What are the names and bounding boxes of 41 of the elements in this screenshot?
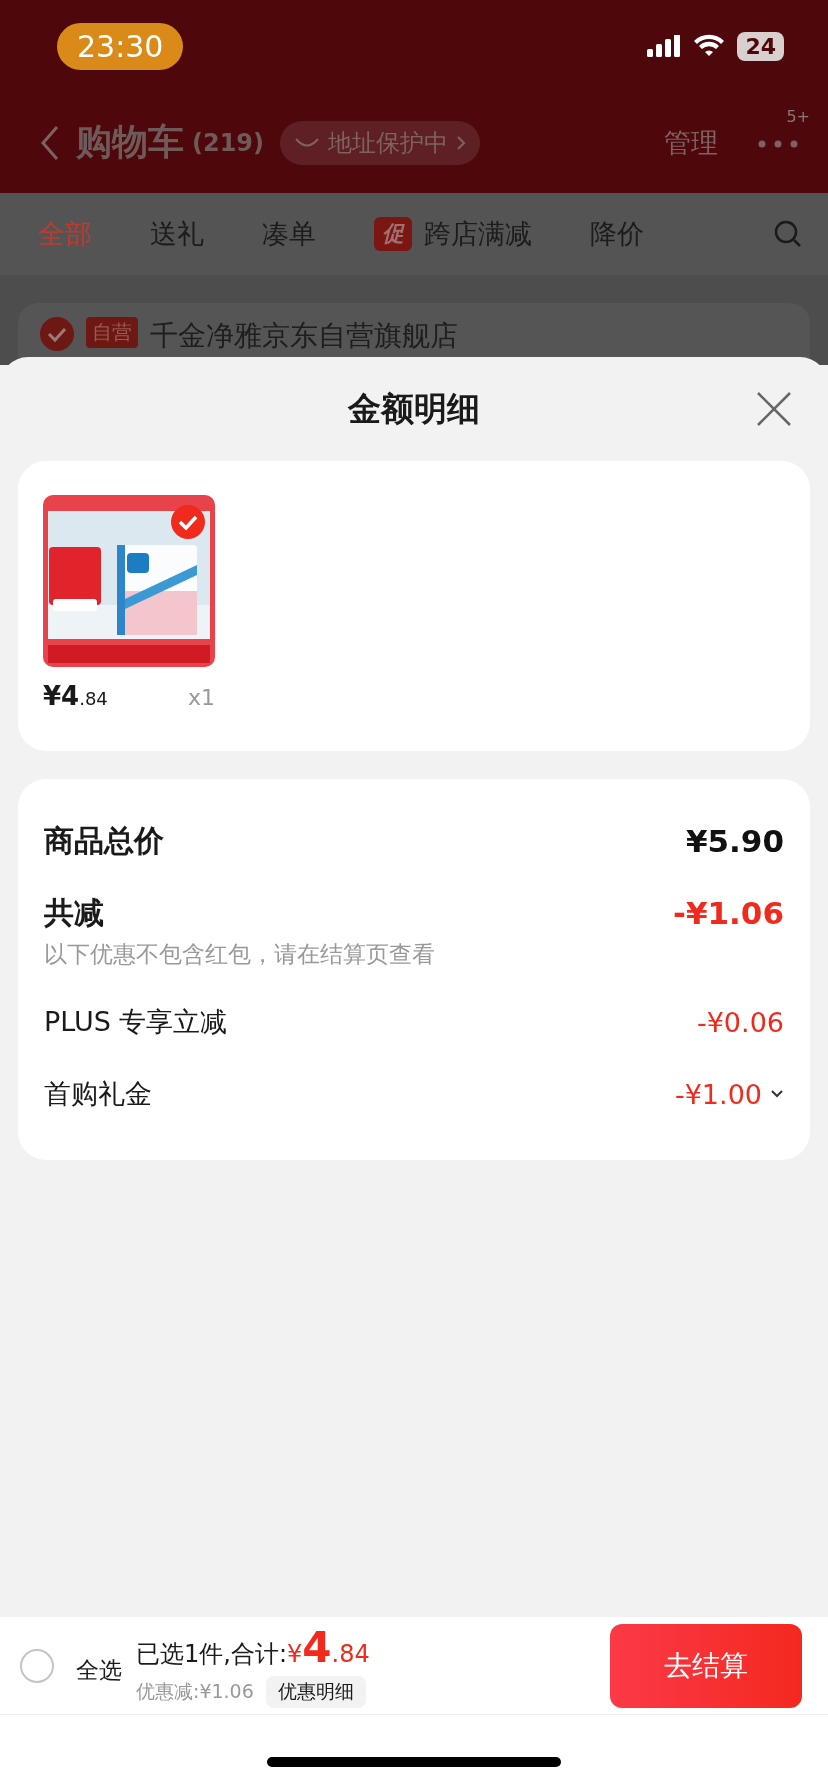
category-tab[interactable]: 降价	[590, 216, 644, 252]
discount-note: 以下优惠不包含红包，请在结算页查看	[44, 940, 436, 969]
discount-line-value: -¥0.06	[696, 1006, 784, 1038]
category-tab[interactable]: 送礼	[150, 216, 204, 252]
discount-summary: 优惠减:¥1.06	[136, 1679, 254, 1704]
back-icon[interactable]	[40, 124, 60, 161]
promo-tag: 促	[374, 217, 412, 251]
checkout-button[interactable]: 去结算	[610, 1623, 802, 1708]
discount-value: -¥1.06	[673, 895, 784, 931]
page-title: 购物车	[76, 120, 184, 164]
item-price: ¥4.84	[43, 681, 108, 711]
total-value: ¥5.90	[685, 823, 784, 859]
item-quantity: x1	[187, 685, 215, 710]
category-tab[interactable]: 凑单	[262, 216, 316, 252]
check-icon[interactable]	[171, 505, 205, 539]
manage-link[interactable]: 管理	[664, 124, 718, 161]
select-all-label[interactable]: 全选	[76, 1655, 122, 1686]
battery-level: 24	[737, 31, 784, 61]
caret-icon[interactable]	[770, 1090, 784, 1098]
selected-summary: 已选1件,合计:	[136, 1639, 287, 1670]
total-amount: ¥4.84	[287, 1623, 370, 1672]
select-all-radio[interactable]	[20, 1648, 54, 1683]
status-time: 23:30	[57, 22, 184, 70]
discount-line-value: -¥1.00	[674, 1078, 762, 1110]
signal-icon	[647, 35, 682, 57]
discount-line-label: PLUS 专享立减	[44, 1005, 228, 1039]
category-tab[interactable]: 全部	[38, 216, 92, 252]
discount-detail-button[interactable]: 优惠明细	[265, 1676, 366, 1708]
search-icon[interactable]	[774, 220, 802, 248]
discount-label: 共减	[44, 893, 104, 932]
message-count: 5+	[786, 107, 810, 126]
checkbox[interactable]	[40, 317, 74, 351]
self-operated-tag: 自营	[86, 317, 138, 348]
total-label: 商品总价	[44, 821, 164, 860]
category-tab[interactable]: 跨店满减	[424, 216, 532, 252]
discount-line-label: 首购礼金	[44, 1077, 152, 1111]
more-icon[interactable]	[758, 140, 798, 148]
wifi-icon	[693, 34, 726, 58]
cart-count: (219)	[192, 128, 265, 157]
address-protection-badge[interactable]: 地址保护中	[280, 120, 481, 165]
sheet-title: 金额明细	[348, 387, 480, 430]
